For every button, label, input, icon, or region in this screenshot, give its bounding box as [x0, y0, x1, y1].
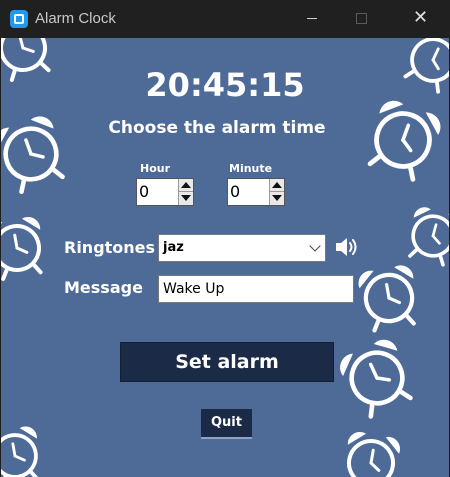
title-bar: Alarm Clock ✕	[0, 0, 450, 38]
ringtones-label: Ringtones	[64, 238, 156, 257]
minute-label: Minute	[229, 162, 273, 175]
minute-increment-button[interactable]	[270, 179, 284, 192]
ringtone-selected-value: jaz	[163, 240, 184, 255]
chevron-up-icon	[272, 182, 282, 188]
page-heading: Choose the alarm time	[108, 118, 326, 138]
minimize-icon	[307, 18, 317, 19]
chevron-down-icon	[309, 240, 321, 252]
main-window: 20:45:15 Choose the alarm time Hour 0 Mi…	[1, 38, 449, 477]
minute-spinner-arrows	[269, 179, 284, 205]
hour-value: 0	[139, 182, 150, 201]
maximize-icon	[356, 13, 367, 24]
chevron-up-icon	[181, 182, 191, 188]
minute-decrement-button[interactable]	[270, 192, 284, 205]
hour-decrement-button[interactable]	[179, 192, 193, 205]
message-label: Message	[64, 278, 143, 297]
hour-increment-button[interactable]	[179, 179, 193, 192]
hour-spinner-arrows	[178, 179, 193, 205]
hour-spinbox[interactable]: 0	[136, 178, 194, 206]
window-title: Alarm Clock	[35, 10, 116, 27]
hour-label: Hour	[140, 162, 171, 175]
app-icon	[10, 10, 28, 28]
ringtone-select[interactable]: jaz	[158, 234, 326, 262]
maximize-button[interactable]	[337, 0, 387, 38]
message-input[interactable]: Wake Up	[158, 275, 354, 303]
minute-spinbox[interactable]: 0	[227, 178, 285, 206]
minute-value: 0	[230, 182, 241, 201]
close-icon: ✕	[413, 7, 429, 28]
quit-button[interactable]: Quit	[201, 409, 252, 439]
chevron-down-icon	[272, 195, 282, 201]
set-alarm-button[interactable]: Set alarm	[120, 342, 334, 382]
minimize-button[interactable]	[287, 0, 337, 38]
chevron-down-icon	[181, 195, 191, 201]
speaker-icon[interactable]	[334, 236, 360, 258]
message-value: Wake Up	[163, 281, 225, 297]
current-time: 20:45:15	[145, 66, 305, 104]
close-button[interactable]: ✕	[398, 0, 448, 38]
